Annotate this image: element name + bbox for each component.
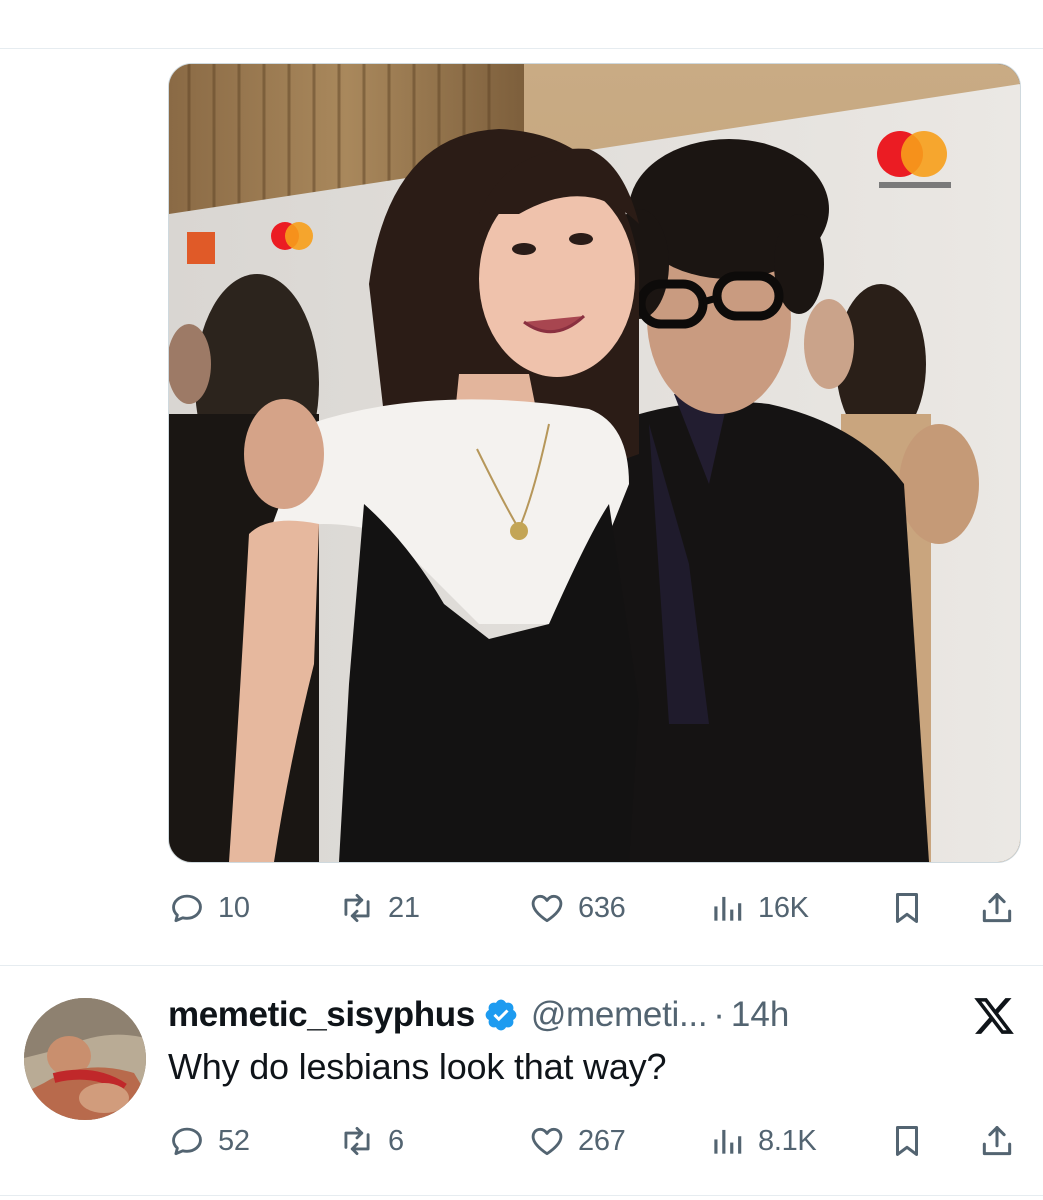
bookmark-icon (895, 1126, 919, 1156)
avatar[interactable] (24, 998, 146, 1120)
like-action[interactable]: 636 (528, 878, 626, 938)
share-icon (982, 893, 1012, 923)
reply-text: Why do lesbians look that way? (168, 1046, 667, 1087)
reply-icon (172, 894, 202, 923)
timestamp[interactable]: 14h (731, 995, 789, 1035)
photo-illustration (169, 64, 1020, 862)
views-count: 16K (758, 891, 809, 924)
tweet-action-bar: 10 21 636 16K (168, 878, 1028, 938)
share-action[interactable] (978, 878, 1016, 938)
like-icon (531, 1127, 563, 1156)
like-count: 267 (578, 1124, 626, 1157)
like-icon (531, 894, 563, 923)
reply-action-bar: 52 6 267 8.1K (168, 1111, 1028, 1171)
top-divider (0, 48, 1043, 49)
views-count: 8.1K (758, 1124, 817, 1157)
x-logo-icon (974, 998, 1014, 1034)
bookmark-icon (895, 893, 919, 923)
retweet-count: 6 (388, 1124, 404, 1157)
display-name[interactable]: memetic_sisyphus (168, 995, 475, 1035)
retweet-action[interactable]: 6 (338, 1111, 404, 1171)
tweet-media-photo[interactable] (168, 63, 1021, 863)
reply-action[interactable]: 10 (168, 878, 250, 938)
share-icon (982, 1126, 1012, 1156)
tweet-thread: 10 21 636 16K memetic_sisyphus @memeti..… (0, 0, 1043, 1200)
like-action[interactable]: 267 (528, 1111, 626, 1171)
avatar-image (24, 998, 146, 1120)
views-action[interactable]: 16K (708, 878, 809, 938)
verified-badge-icon (485, 999, 517, 1031)
bookmark-action[interactable] (888, 878, 926, 938)
separator-dot: · (713, 995, 725, 1034)
retweet-action[interactable]: 21 (338, 878, 420, 938)
retweet-icon (344, 893, 370, 923)
views-icon (714, 896, 742, 921)
reply-count: 52 (218, 1124, 250, 1157)
retweet-count: 21 (388, 891, 420, 924)
reply-header: memetic_sisyphus @memeti... · 14h (168, 992, 789, 1038)
bottom-divider (0, 1195, 1043, 1196)
retweet-icon (344, 1126, 370, 1156)
user-handle[interactable]: @memeti... (531, 995, 708, 1035)
reply-tweet[interactable]: memetic_sisyphus @memeti... · 14h Why do… (0, 966, 1043, 1196)
reply-icon (172, 1127, 202, 1156)
reply-count: 10 (218, 891, 250, 924)
views-icon (714, 1129, 742, 1154)
share-action[interactable] (978, 1111, 1016, 1171)
bookmark-action[interactable] (888, 1111, 926, 1171)
views-action[interactable]: 8.1K (708, 1111, 817, 1171)
like-count: 636 (578, 891, 626, 924)
reply-action[interactable]: 52 (168, 1111, 250, 1171)
